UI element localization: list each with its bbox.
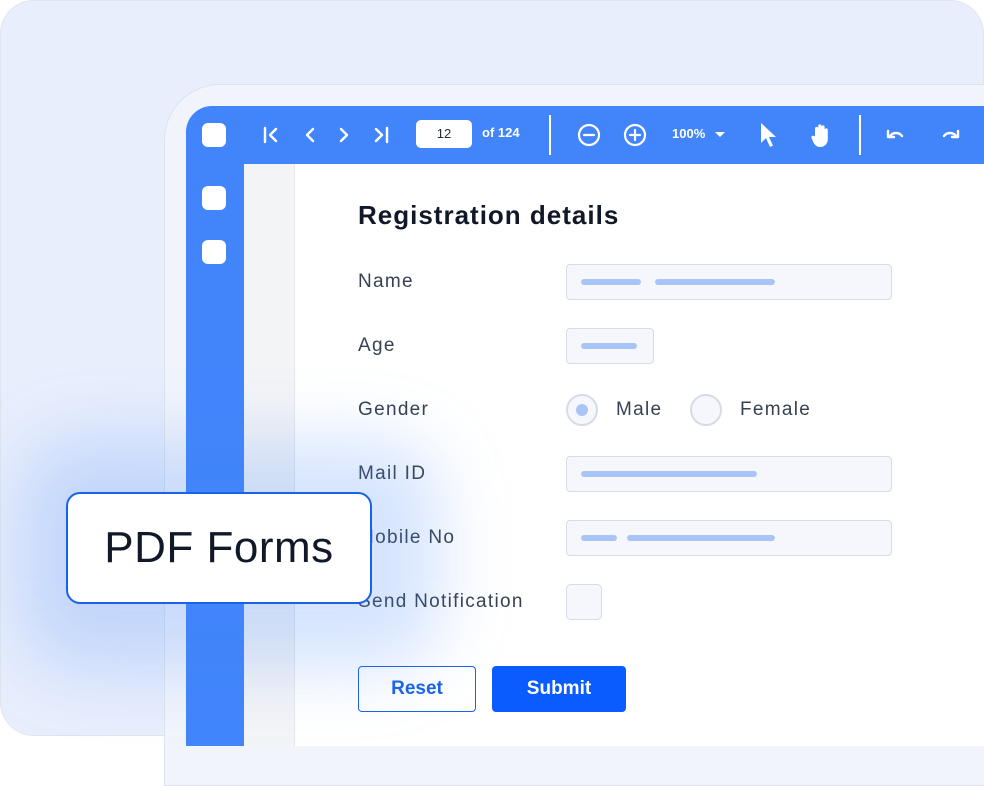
age-field[interactable]: [566, 328, 654, 364]
zoom-in-icon[interactable]: [622, 120, 648, 150]
select-pointer-icon[interactable]: [758, 120, 778, 150]
name-label: Name: [358, 271, 414, 292]
sidebar-bookmarks-button[interactable]: [202, 240, 226, 264]
placeholder-bar: [627, 535, 775, 541]
last-page-icon[interactable]: [370, 120, 392, 150]
submit-button[interactable]: Submit: [492, 666, 626, 712]
toolbar-divider: [859, 115, 861, 155]
reset-button[interactable]: Reset: [358, 666, 476, 712]
chevron-down-icon[interactable]: [713, 120, 727, 150]
zoom-level[interactable]: 100%: [672, 126, 705, 141]
age-label: Age: [358, 335, 396, 356]
radio-selected-dot: [576, 404, 588, 416]
placeholder-bar: [581, 535, 617, 541]
first-page-icon[interactable]: [260, 120, 282, 150]
zoom-out-icon[interactable]: [576, 120, 602, 150]
placeholder-bar: [581, 471, 757, 477]
placeholder-bar: [581, 343, 637, 349]
notify-checkbox[interactable]: [566, 584, 602, 620]
form-title: Registration details: [358, 200, 620, 230]
toolbar: 12 of 124 100%: [186, 106, 984, 164]
mobile-field[interactable]: [566, 520, 892, 556]
pdf-forms-badge: PDF Forms: [66, 492, 372, 604]
undo-icon[interactable]: [884, 120, 908, 150]
gender-label: Gender: [358, 399, 430, 420]
placeholder-bar: [655, 279, 775, 285]
name-field[interactable]: [566, 264, 892, 300]
page-number-input[interactable]: 12: [416, 120, 472, 148]
menu-toggle-button[interactable]: [202, 123, 226, 147]
placeholder-bar: [581, 279, 641, 285]
gender-male-radio[interactable]: [566, 394, 598, 426]
pan-hand-icon[interactable]: [808, 120, 834, 150]
gender-male-label[interactable]: Male: [616, 399, 662, 421]
previous-page-icon[interactable]: [300, 120, 320, 150]
gender-female-label[interactable]: Female: [740, 399, 811, 421]
page-total: of 124: [482, 125, 520, 140]
redo-icon[interactable]: [938, 120, 962, 150]
next-page-icon[interactable]: [334, 120, 354, 150]
sidebar-thumbnails-button[interactable]: [202, 186, 226, 210]
gender-female-radio[interactable]: [690, 394, 722, 426]
mail-field[interactable]: [566, 456, 892, 492]
toolbar-divider: [549, 115, 551, 155]
